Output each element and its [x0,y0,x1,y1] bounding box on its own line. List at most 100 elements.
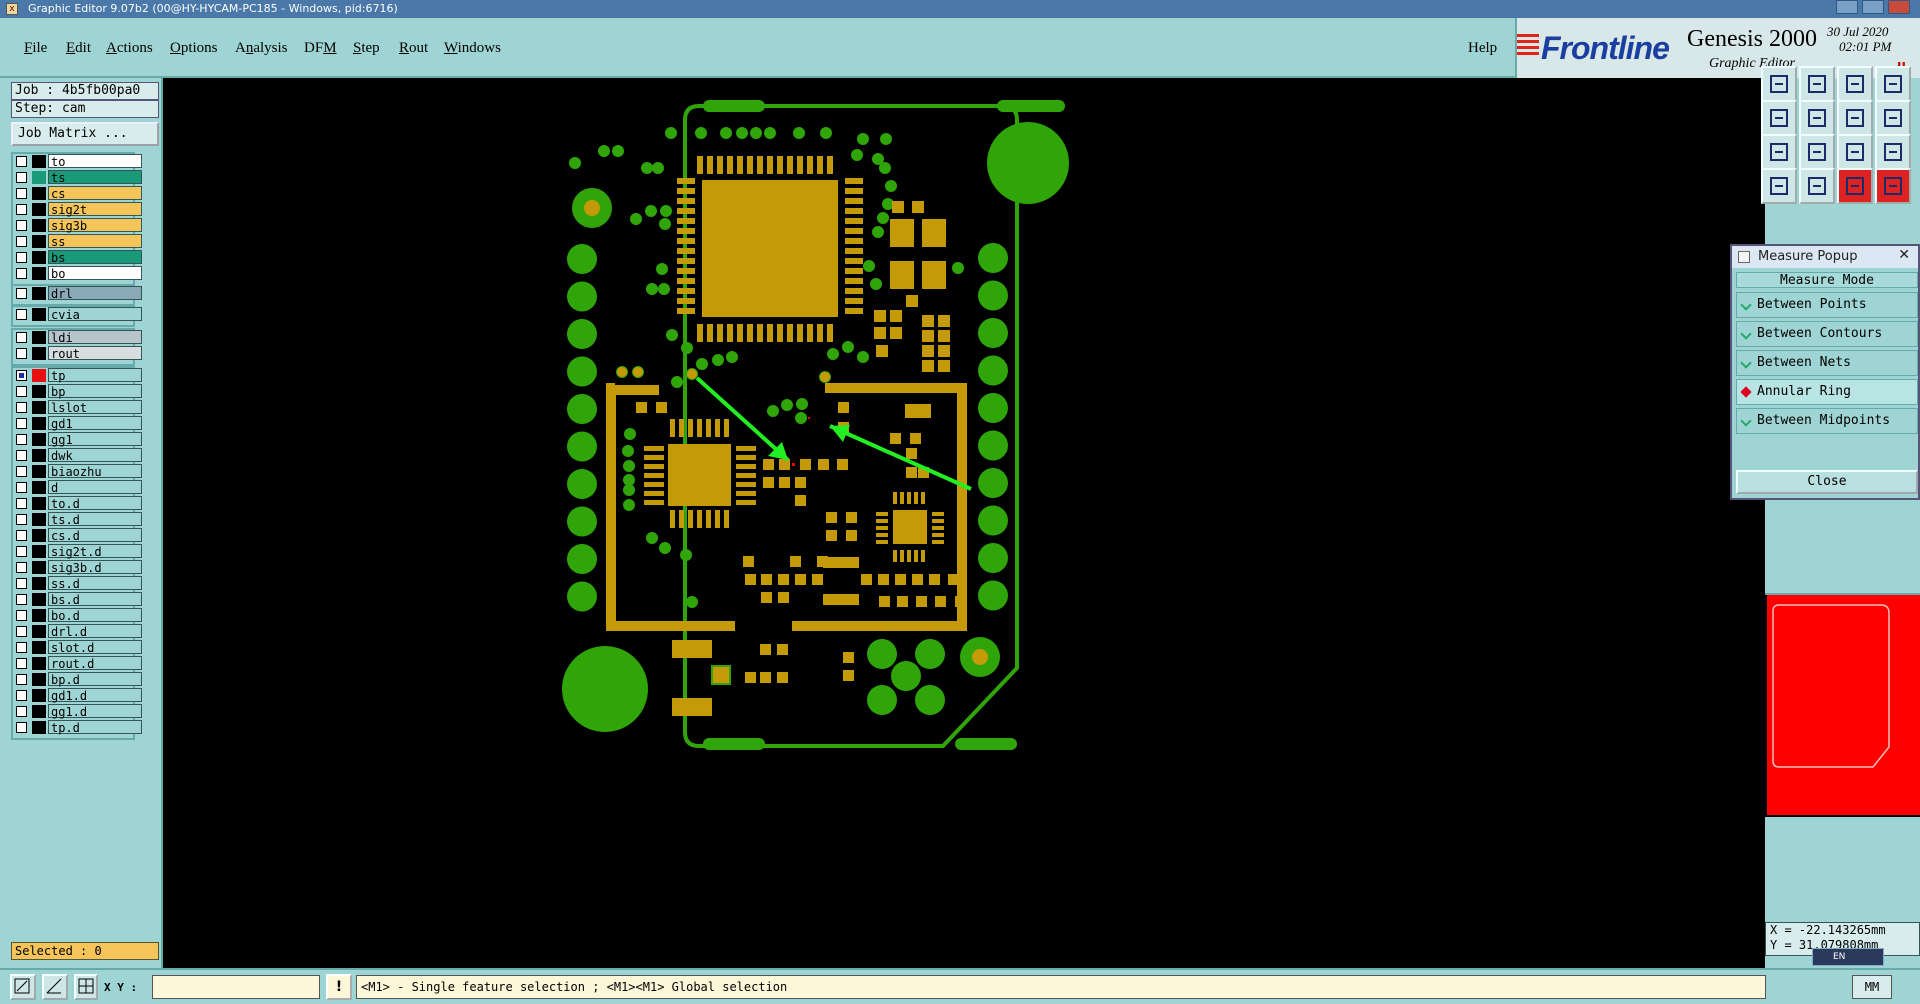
layer-color-swatch[interactable] [32,673,46,686]
layer-down-icon[interactable] [1799,66,1835,102]
layer-checkbox[interactable] [16,658,27,669]
maximize-button[interactable] [1862,0,1884,14]
layer-color-swatch[interactable] [32,497,46,510]
layer-name[interactable]: ss [48,234,142,249]
layer-name[interactable]: cs [48,186,142,201]
home-icon[interactable] [1837,66,1873,102]
layer-color-swatch[interactable] [32,545,46,558]
layer-row[interactable]: ts.d [11,512,142,527]
menu-analysis[interactable]: Analysis [235,40,288,57]
fit-all-icon[interactable] [1761,134,1797,170]
layer-name[interactable]: lslot [48,400,142,415]
layer-checkbox[interactable] [16,690,27,701]
menu-actions[interactable]: Actions [106,40,153,57]
layer-color-swatch[interactable] [32,577,46,590]
grid-icon[interactable] [74,974,98,1000]
layer-color-swatch[interactable] [32,529,46,542]
close-icon[interactable]: ✕ [1898,247,1910,263]
measure-option-between-nets[interactable]: Between Nets [1736,350,1918,376]
mini-map[interactable] [1765,593,1920,817]
measure-option-between-midpoints[interactable]: Between Midpoints [1736,408,1918,434]
layer-name[interactable]: bp [48,384,142,399]
step-icon[interactable] [1875,100,1911,136]
layer-row[interactable]: gd1.d [11,688,142,703]
menu-help[interactable]: Help [1468,40,1497,57]
layer-name[interactable]: sig2t [48,202,142,217]
layer-name[interactable]: bs [48,250,142,265]
layer-color-swatch[interactable] [32,369,46,382]
layer-row[interactable]: bo [11,266,142,281]
layer-row[interactable]: tp.d [11,720,142,735]
layer-row[interactable]: drl.d [11,624,142,639]
layer-color-swatch[interactable] [32,609,46,622]
layer-color-swatch[interactable] [32,689,46,702]
layer-checkbox[interactable] [16,434,27,445]
layer-checkbox[interactable] [16,514,27,525]
layer-checkbox[interactable] [16,236,27,247]
layer-row[interactable]: ss [11,234,142,249]
layer-name[interactable]: tp [48,368,142,383]
layer-row[interactable]: sig2t [11,202,142,217]
layer-checkbox[interactable] [16,466,27,477]
layer-color-swatch[interactable] [32,219,46,232]
measure-option-between-contours[interactable]: Between Contours [1736,321,1918,347]
layer-color-swatch[interactable] [32,513,46,526]
layer-row[interactable]: lslot [11,400,142,415]
layer-name[interactable]: ldi [48,330,142,345]
pan-left-icon[interactable] [1761,100,1797,136]
layer-color-swatch[interactable] [32,481,46,494]
layer-name[interactable]: ss.d [48,576,142,591]
layer-name[interactable]: gg1.d [48,704,142,719]
layer-row[interactable]: ldi [11,330,142,345]
layer-color-swatch[interactable] [32,385,46,398]
layer-row[interactable]: cs [11,186,142,201]
layer-checkbox[interactable] [16,450,27,461]
layer-name[interactable]: rout [48,346,142,361]
swap-icon[interactable] [1837,100,1873,136]
layer-name[interactable]: gd1.d [48,688,142,703]
zoom-area-icon[interactable] [10,974,36,1000]
scale-1-2-icon[interactable] [1837,134,1873,170]
layer-name[interactable]: bp.d [48,672,142,687]
layer-name[interactable]: rout.d [48,656,142,671]
layer-name[interactable]: cvia [48,307,142,322]
graphic-canvas[interactable] [165,78,1765,968]
layer-color-swatch[interactable] [32,171,46,184]
xy-input[interactable] [152,975,320,999]
layer-color-swatch[interactable] [32,705,46,718]
layer-name[interactable]: sig3b [48,218,142,233]
layer-row[interactable]: sig2t.d [11,544,142,559]
layer-name[interactable]: dwk [48,448,142,463]
layer-row[interactable]: drl [11,286,142,301]
layer-color-swatch[interactable] [32,417,46,430]
netlist-compare-icon[interactable] [1875,168,1911,204]
layer-row[interactable]: rout [11,346,142,361]
layer-color-swatch[interactable] [32,641,46,654]
job-matrix-button[interactable]: Job Matrix ... [11,122,159,146]
layer-name[interactable]: bo.d [48,608,142,623]
window-split-icon[interactable] [1875,66,1911,102]
menu-options[interactable]: Options [170,40,218,57]
measure-icon[interactable] [42,974,68,1000]
connect-icon[interactable] [1799,168,1835,204]
layer-row[interactable]: ts [11,170,142,185]
close-window-button[interactable] [1888,0,1910,14]
layer-row[interactable]: gg1 [11,432,142,447]
layer-name[interactable]: gg1 [48,432,142,447]
layer-name[interactable]: tp.d [48,720,142,735]
layer-color-swatch[interactable] [32,657,46,670]
layer-row[interactable]: rout.d [11,656,142,671]
layer-checkbox[interactable] [16,418,27,429]
layer-color-swatch[interactable] [32,235,46,248]
layer-checkbox[interactable] [16,220,27,231]
layer-name[interactable]: gd1 [48,416,142,431]
layer-name[interactable]: slot.d [48,640,142,655]
layer-row[interactable]: sig3b.d [11,560,142,575]
layer-color-swatch[interactable] [32,625,46,638]
layer-checkbox[interactable] [16,288,27,299]
layer-color-swatch[interactable] [32,155,46,168]
layer-row[interactable]: gg1.d [11,704,142,719]
layer-color-swatch[interactable] [32,251,46,264]
layer-row[interactable]: gd1 [11,416,142,431]
layer-checkbox[interactable] [16,309,27,320]
